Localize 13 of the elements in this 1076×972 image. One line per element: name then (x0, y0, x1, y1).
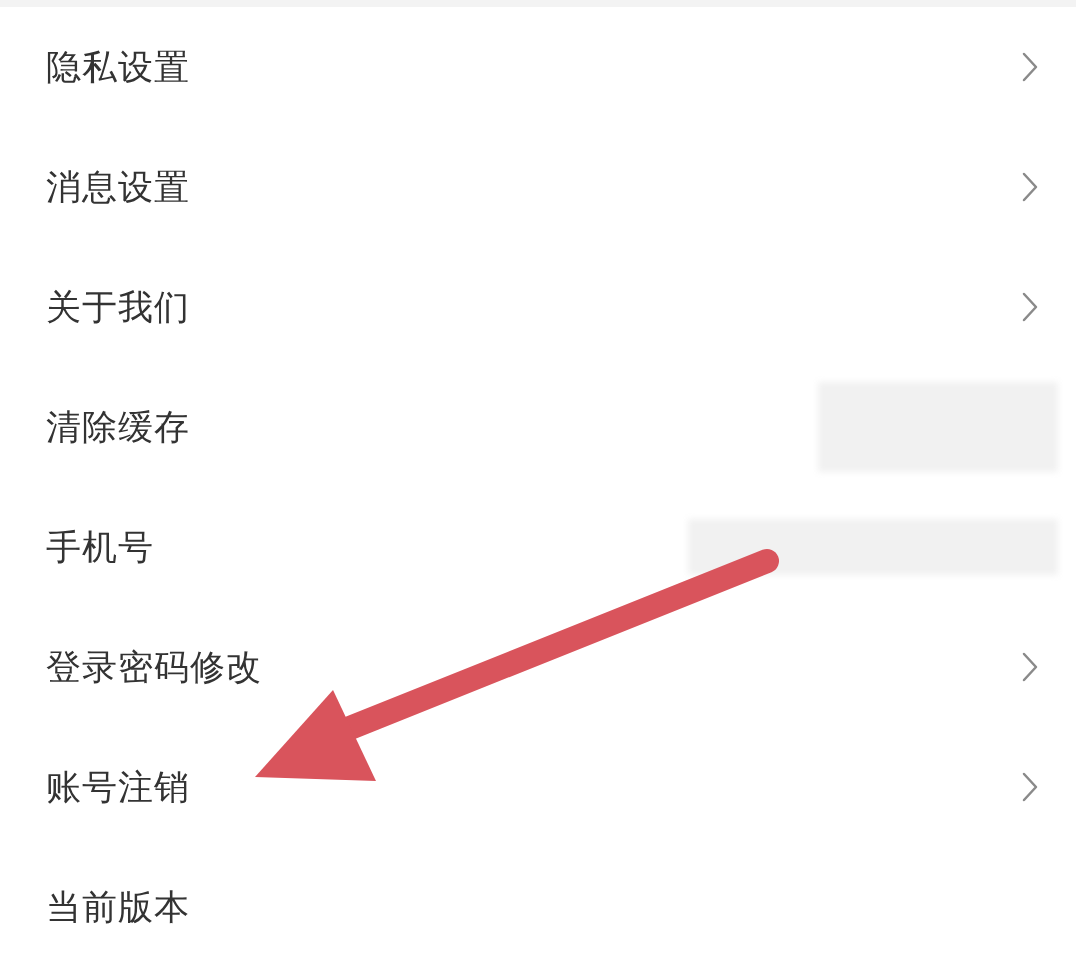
settings-item[interactable]: 关于我们 (46, 283, 190, 331)
settings-item[interactable]: 手机号 (46, 523, 154, 571)
chevron-icon (1022, 172, 1038, 202)
settings-item[interactable]: 隐私设置 (46, 43, 190, 91)
chevron-icon (1022, 292, 1038, 322)
settings-item[interactable]: 当前版本 (46, 883, 190, 931)
settings-item[interactable]: 账号注销 (46, 763, 190, 811)
chevron-icon (1022, 772, 1038, 802)
chevron-icon (1022, 52, 1038, 82)
settings-item[interactable]: 清除缓存 (46, 403, 190, 451)
settings-item[interactable]: 消息设置 (46, 163, 190, 211)
chevron-icon (1022, 652, 1038, 682)
settings-item[interactable]: 登录密码修改 (46, 643, 262, 691)
